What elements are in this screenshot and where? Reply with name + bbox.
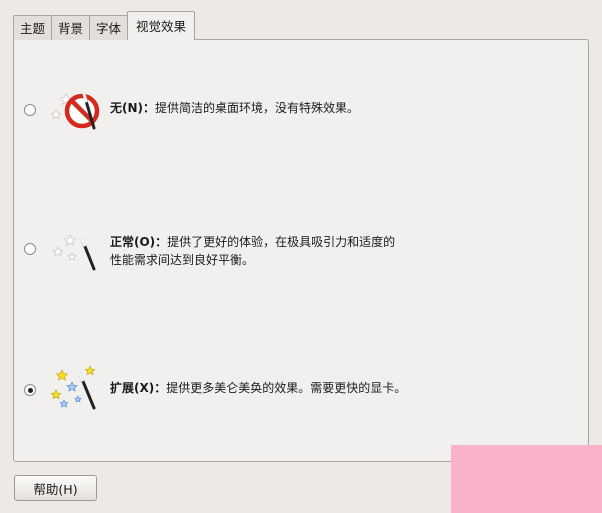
option-normal-text-line2: 性能需求间达到良好平衡。 — [110, 253, 255, 267]
option-extra-description: 扩展(X)：提供更多美仑美奂的效果。需要更快的显卡。 — [110, 379, 440, 397]
option-normal-description: 正常(O)：提供了更好的体验，在极具吸引力和适度的 性能需求间达到良好平衡。 — [110, 233, 440, 269]
option-none-label: 无(N)： — [110, 101, 156, 115]
radio-extra[interactable] — [24, 384, 36, 396]
option-none[interactable]: 无(N)：提供简洁的桌面环境，没有特殊效果。 — [24, 80, 564, 140]
normal-effects-wand-icon — [52, 234, 96, 271]
option-normal-text-line1: 提供了更好的体验，在极具吸引力和适度的 — [167, 235, 396, 249]
option-extra[interactable]: 扩展(X)：提供更多美仑美奂的效果。需要更快的显卡。 — [24, 358, 564, 418]
visual-effects-panel: 无(N)：提供简洁的桌面环境，没有特殊效果。 正常(O)：提供了更好的体验，在极… — [13, 39, 589, 462]
tab-bar: 主题 背景 字体 视觉效果 — [13, 11, 196, 40]
extra-effects-wand-icon — [50, 365, 96, 410]
option-normal[interactable]: 正常(O)：提供了更好的体验，在极具吸引力和适度的 性能需求间达到良好平衡。 — [24, 218, 564, 278]
option-none-description: 无(N)：提供简洁的桌面环境，没有特殊效果。 — [110, 99, 440, 117]
tab-visual-effects[interactable]: 视觉效果 — [127, 11, 196, 40]
help-button[interactable]: 帮助(H) — [14, 475, 97, 501]
option-none-text: 提供简洁的桌面环境，没有特殊效果。 — [155, 101, 360, 115]
tab-fonts[interactable]: 字体 — [89, 15, 129, 40]
option-normal-label: 正常(O)： — [110, 235, 168, 249]
option-extra-label: 扩展(X)： — [110, 381, 167, 395]
tab-background[interactable]: 背景 — [51, 15, 91, 40]
watermark-overlay — [451, 445, 602, 513]
radio-normal[interactable] — [24, 243, 36, 255]
tab-theme[interactable]: 主题 — [13, 15, 53, 40]
no-effects-icon — [50, 92, 100, 130]
option-extra-text: 提供更多美仑美奂的效果。需要更快的显卡。 — [166, 381, 407, 395]
radio-none[interactable] — [24, 104, 36, 116]
